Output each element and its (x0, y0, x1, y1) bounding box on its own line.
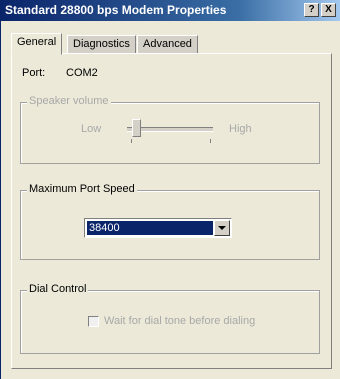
volume-tick-max (210, 139, 211, 143)
wait-dial-tone-label[interactable]: Wait for dial tone before dialing (104, 315, 255, 327)
tab-advanced-label: Advanced (143, 38, 192, 50)
close-button[interactable]: X (321, 3, 336, 17)
tab-diagnostics[interactable]: Diagnostics (67, 35, 136, 54)
port-speed-legend: Maximum Port Speed (27, 183, 137, 195)
port-speed-selected-value: 38400 (87, 221, 213, 235)
dropdown-button[interactable] (214, 220, 230, 236)
window-title: Standard 28800 bps Modem Properties (5, 3, 227, 17)
port-label: Port: (22, 67, 46, 79)
volume-low-label: Low (81, 123, 102, 135)
tab-diagnostics-label: Diagnostics (73, 38, 130, 50)
chevron-down-icon (218, 226, 226, 230)
title-bar[interactable]: Standard 28800 bps Modem Properties ? X (1, 0, 340, 21)
speaker-volume-legend: Speaker volume (27, 95, 111, 107)
tab-advanced[interactable]: Advanced (137, 35, 198, 54)
port-speed-select[interactable]: 38400 (84, 218, 232, 238)
volume-slider-thumb[interactable] (131, 119, 141, 137)
general-tab-panel: Port: COM2 Speaker volume Low High Maxim… (11, 53, 332, 369)
properties-window: Standard 28800 bps Modem Properties ? X … (0, 0, 340, 379)
speaker-volume-group: Speaker volume Low High (20, 95, 320, 164)
port-speed-group: Maximum Port Speed 38400 (20, 183, 320, 260)
port-value: COM2 (66, 67, 98, 79)
volume-high-label: High (229, 123, 252, 135)
volume-tick-min (131, 139, 132, 143)
dial-control-legend: Dial Control (27, 283, 89, 295)
help-button[interactable]: ? (304, 3, 319, 17)
tab-general[interactable]: General (11, 33, 63, 55)
dial-control-group: Dial Control Wait for dial tone before d… (20, 283, 320, 354)
wait-dial-tone-checkbox[interactable] (88, 316, 99, 327)
tab-general-label: General (17, 36, 57, 48)
